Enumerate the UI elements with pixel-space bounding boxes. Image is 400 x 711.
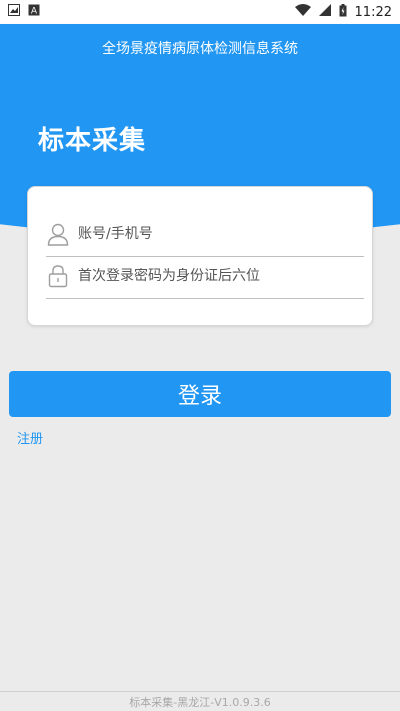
svg-text:A: A (31, 7, 38, 17)
lock-icon (46, 263, 70, 289)
status-bar-right: 11:22 (294, 3, 392, 21)
status-time: 11:22 (354, 4, 392, 20)
app-bar: 全场景疫情病原体检测信息系统 (0, 24, 400, 72)
battery-icon (339, 3, 347, 21)
wifi-icon (294, 4, 311, 20)
app-title: 全场景疫情病原体检测信息系统 (102, 41, 298, 57)
signal-icon (318, 4, 331, 20)
password-field (46, 253, 364, 299)
text-notification-icon: A (28, 4, 40, 20)
status-bar-left: A (8, 4, 40, 20)
account-field (46, 211, 364, 257)
register-link[interactable]: 注册 (17, 428, 43, 447)
footer: 标本采集-黑龙江-V1.0.9.3.6 (0, 691, 400, 711)
hero-title: 标本采集 (38, 126, 147, 156)
user-icon (46, 221, 70, 247)
version-text: 标本采集-黑龙江-V1.0.9.3.6 (129, 695, 271, 709)
login-card (27, 186, 373, 326)
account-input[interactable] (78, 225, 338, 242)
image-notification-icon (8, 4, 20, 20)
password-input[interactable] (78, 267, 338, 284)
login-button[interactable]: 登录 (9, 371, 391, 417)
status-bar: A 11:22 (0, 0, 400, 24)
